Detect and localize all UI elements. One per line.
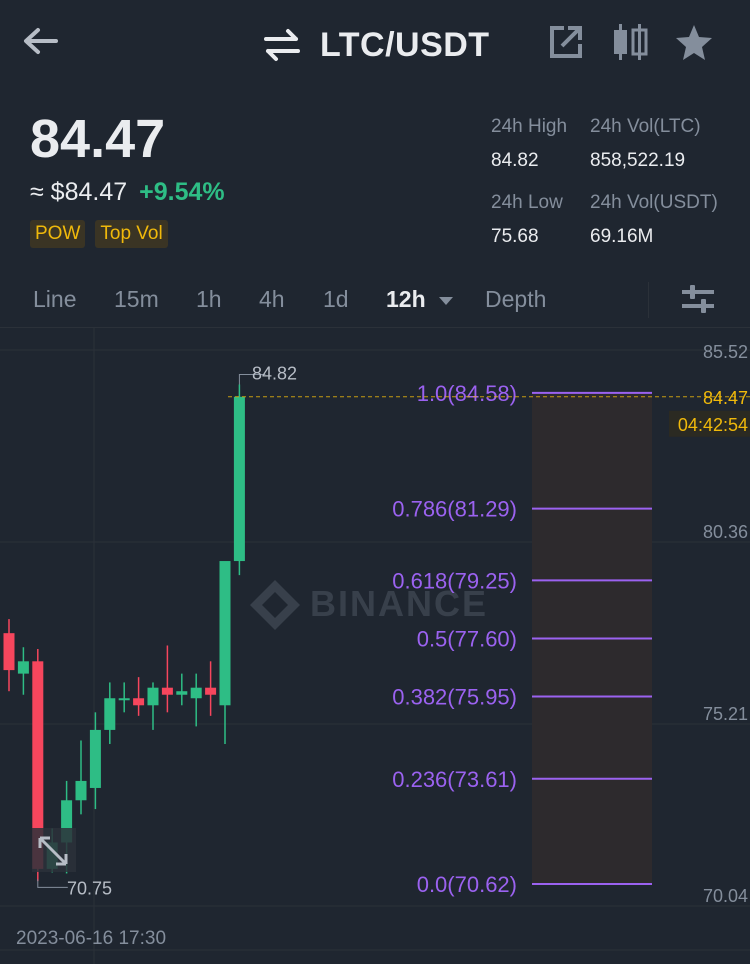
candle-body <box>147 687 159 706</box>
fib-level-label: 0.0(70.62) <box>417 872 517 897</box>
binance-logo-icon <box>250 580 300 630</box>
swap-arrows-icon <box>264 29 300 61</box>
high-marker-label: 84.82 <box>252 363 297 383</box>
pair-title: LTC/USDT <box>320 25 490 64</box>
expand-chart-button[interactable] <box>32 828 76 872</box>
price-subline: ≈ $84.47 +9.54% <box>30 178 225 207</box>
candle-body <box>75 780 87 801</box>
top-bar: LTC/USDT <box>0 0 750 90</box>
candle-body <box>133 698 145 706</box>
tab-depth[interactable]: Depth <box>485 286 546 313</box>
candle-body <box>89 729 101 788</box>
candle-body <box>219 561 231 706</box>
y-axis-label: 80.36 <box>703 522 748 542</box>
candle-body <box>190 687 202 699</box>
candle-body <box>176 691 188 695</box>
low-marker-label: 70.75 <box>67 878 112 898</box>
countdown-label: 04:42:54 <box>678 415 748 435</box>
tag-top-vol[interactable]: Top Vol <box>95 220 168 248</box>
tab-1d[interactable]: 1d <box>323 286 349 313</box>
last-price: 84.47 <box>30 109 166 169</box>
stat-24h-vol-ltc: 24h Vol(LTC) 858,522.19 <box>590 116 701 172</box>
stat-value: 858,522.19 <box>590 150 686 171</box>
chevron-down-icon <box>439 296 454 305</box>
sliders-icon <box>682 285 714 313</box>
stat-24h-high: 24h High 84.82 <box>491 116 567 172</box>
compare-button[interactable] <box>610 22 650 62</box>
tag-pow[interactable]: POW <box>30 220 86 248</box>
share-button[interactable] <box>546 22 586 62</box>
candle-body <box>104 698 116 730</box>
back-button[interactable] <box>18 20 62 64</box>
candle-body <box>233 396 245 562</box>
favorite-button[interactable] <box>674 22 714 62</box>
current-price-tag: 84.47 <box>703 388 748 408</box>
stat-24h-vol-usdt: 24h Vol(USDT) 69.16M <box>590 192 718 248</box>
tab-line[interactable]: Line <box>33 286 76 313</box>
y-axis-label: 70.04 <box>703 886 748 906</box>
fib-level-label: 0.382(75.95) <box>392 684 517 709</box>
candle-body <box>161 687 173 695</box>
stat-label: 24h Low <box>491 192 563 213</box>
arrow-left-icon <box>24 28 58 54</box>
stat-label: 24h Vol(LTC) <box>590 116 701 137</box>
fib-level-label: 0.618(79.25) <box>392 568 517 593</box>
stat-24h-low: 24h Low 75.68 <box>491 192 563 248</box>
divider <box>648 282 649 318</box>
fib-level-label: 0.236(73.61) <box>392 767 517 792</box>
star-icon <box>676 25 712 60</box>
tab-12h-label: 12h <box>386 286 426 312</box>
price-change: +9.54% <box>139 178 225 206</box>
candle-body <box>17 661 29 674</box>
fib-level-label: 1.0(84.58) <box>417 381 517 406</box>
stat-value: 84.82 <box>491 150 539 171</box>
chart-settings-button[interactable] <box>680 282 716 318</box>
x-axis-time-label: 2023-06-16 17:30 <box>16 928 167 949</box>
tab-12h[interactable]: 12h <box>386 286 454 313</box>
tag-list: POW Top Vol <box>30 220 168 248</box>
candle-compare-icon <box>614 24 648 60</box>
tab-4h[interactable]: 4h <box>259 286 285 313</box>
y-axis-label: 85.52 <box>703 342 748 362</box>
low-marker-line <box>37 879 68 888</box>
candle-body <box>3 633 15 671</box>
stat-value: 75.68 <box>491 226 539 247</box>
external-share-icon <box>550 26 582 58</box>
interval-tabs: Line 15m 1h 4h 1d 12h Depth <box>0 272 750 328</box>
candle-body <box>118 698 130 701</box>
candlestick-chart[interactable]: BINANCE1.0(84.58)0.786(81.29)0.618(79.25… <box>0 328 750 964</box>
stat-value: 69.16M <box>590 226 654 247</box>
usd-price: ≈ $84.47 <box>30 178 128 206</box>
tab-1h[interactable]: 1h <box>196 286 222 313</box>
stat-label: 24h High <box>491 116 568 137</box>
stat-label: 24h Vol(USDT) <box>590 192 718 213</box>
y-axis-label: 75.21 <box>703 704 748 724</box>
fib-level-label: 0.786(81.29) <box>392 497 517 522</box>
fib-level-label: 0.5(77.60) <box>417 626 517 651</box>
pair-selector[interactable]: LTC/USDT <box>262 22 490 68</box>
tab-15m[interactable]: 15m <box>114 286 159 313</box>
candle-body <box>205 687 217 695</box>
